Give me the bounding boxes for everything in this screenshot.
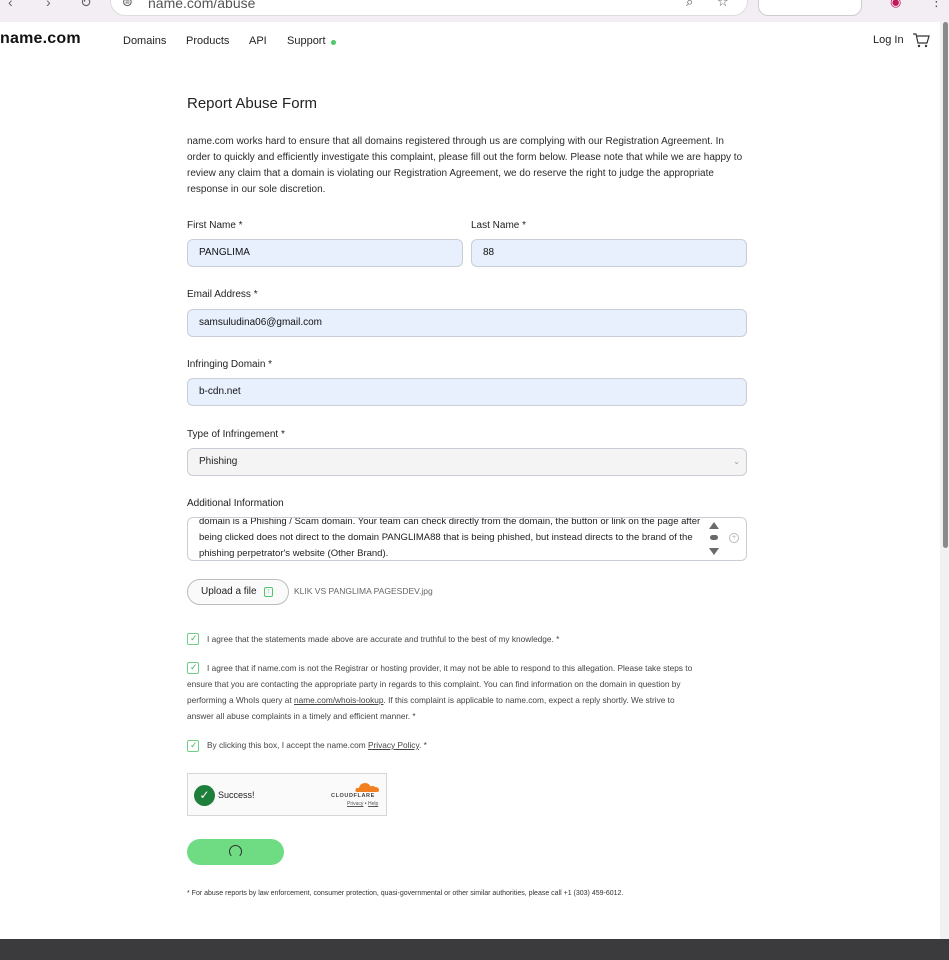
accept-privacy-checkbox[interactable]: ✓ [187,740,199,752]
site-info-icon[interactable]: ⊜ [122,0,133,10]
captcha-privacy-link[interactable]: Privacy [347,801,363,807]
captcha-link-separator: • [364,801,367,807]
first-name-label: First Name * [187,220,243,231]
infringement-type-value: Phishing [199,456,238,467]
accept-privacy-pre: By clicking this box, I accept the name.… [207,740,368,750]
site-footer [0,939,949,960]
agree-registrar-text-line3: performing a WhoIs query at name.com/who… [187,692,675,708]
textarea-scroll-arrows-icon[interactable] [708,520,720,558]
additional-info-text: domain is a Phishing / Scam domain. Your… [199,517,701,559]
law-enforcement-footnote: * For abuse reports by law enforcement, … [187,890,624,897]
nav-support[interactable]: Support [287,35,326,47]
infringing-domain-field[interactable]: b-cdn.net [187,378,747,406]
agree-registrar-post: . If this complaint is applicable to nam… [383,695,675,705]
last-name-field[interactable]: 88 [471,239,747,267]
loading-spinner-icon [229,845,242,858]
agree-registrar-text-line1: I agree that if name.com is not the Regi… [207,663,693,673]
site-header: name.com Domains Products API Support Lo… [0,22,949,62]
browser-toolbar: ‹ › ↻ ⊜ name.com/abuse ⌕ ☆ ✓ ◈ ▭ ◉ ⋮ [0,0,949,22]
agree-registrar-text-line4: answer all abuse complaints in a timely … [187,711,416,721]
agree-registrar-pre: performing a WhoIs query at [187,695,294,705]
captcha-success-icon: ✓ [194,785,215,806]
captcha-links: Privacy • Help [347,801,378,807]
page-scrollbar[interactable] [940,22,949,939]
captcha-brand: CLOUDFLARE [331,793,375,799]
page-title: Report Abuse Form [187,95,318,112]
email-field[interactable]: samsuludina06@gmail.com [187,309,747,337]
chevron-down-icon: ⌄ [733,457,740,466]
privacy-policy-link[interactable]: Privacy Policy [368,740,419,750]
extensions-area: ✓ ◈ ▭ [758,0,862,16]
first-name-field[interactable]: PANGLIMA [187,239,463,267]
agree-accuracy-text: I agree that the statements made above a… [207,634,560,644]
bookmark-star-icon[interactable]: ☆ [717,0,729,10]
accept-privacy-text: By clicking this box, I accept the name.… [207,737,427,753]
site-logo[interactable]: name.com [0,30,81,48]
profile-avatar-icon[interactable]: ◉ [890,0,901,10]
infringing-domain-label: Infringing Domain * [187,359,273,370]
forward-icon[interactable]: › [46,0,51,10]
grammar-assist-icon[interactable]: + [729,533,739,543]
captcha-help-link[interactable]: Help [368,801,378,807]
checkmark-icon: ✓ [190,662,198,672]
upload-icon: ↑ [264,587,273,597]
accept-privacy-post: . * [418,740,427,750]
intro-text: name.com works hard to ensure that all d… [187,136,743,195]
zoom-icon[interactable]: ⌕ [686,0,693,10]
infringement-type-label: Type of Infringement * [187,429,285,440]
additional-info-textarea[interactable]: domain is a Phishing / Scam domain. Your… [187,517,747,561]
agree-registrar-checkbox[interactable]: ✓ [187,662,199,674]
agree-registrar-text-line2: ensure that you are contacting the appro… [187,679,681,689]
cart-icon[interactable] [912,32,930,48]
upload-file-button[interactable]: Upload a file ↑ [187,579,289,605]
browser-menu-icon[interactable]: ⋮ [930,0,943,10]
reload-icon[interactable]: ↻ [80,0,92,11]
agree-accuracy-checkbox[interactable]: ✓ [187,633,199,645]
infringement-type-select[interactable]: Phishing ⌄ [187,448,747,476]
cloudflare-cloud-icon [355,783,379,792]
additional-info-label: Additional Information [187,498,284,509]
submit-button[interactable] [187,839,284,865]
url-text: name.com/abuse [148,0,256,11]
email-label: Email Address * [187,289,258,300]
page-scrollbar-thumb[interactable] [943,22,948,548]
checkmark-icon: ✓ [190,740,198,750]
upload-file-label: Upload a file [201,586,257,597]
nav-domains[interactable]: Domains [123,35,166,47]
login-link[interactable]: Log In [873,34,904,46]
uploaded-filename: KLIK VS PANGLIMA PAGESDEV.jpg [294,586,433,596]
support-status-dot [331,40,336,45]
nav-products[interactable]: Products [186,35,229,47]
nav-api[interactable]: API [249,35,267,47]
whois-lookup-link[interactable]: name.com/whois-lookup [294,695,383,705]
checkmark-icon: ✓ [190,633,198,643]
captcha-status: Success! [218,790,255,800]
last-name-label: Last Name * [471,220,527,231]
back-icon[interactable]: ‹ [8,0,13,10]
